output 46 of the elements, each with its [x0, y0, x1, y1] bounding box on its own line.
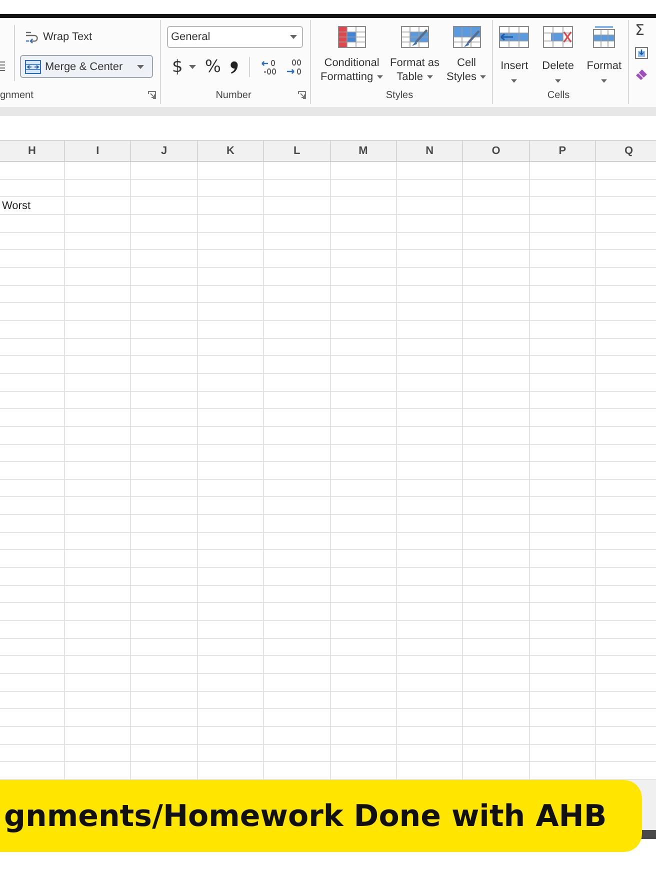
currency-button[interactable]: $ [172, 57, 183, 77]
decrease-decimal-icon[interactable] [286, 59, 302, 75]
fill-icon[interactable] [635, 47, 648, 59]
cell-brush-icon [452, 26, 480, 48]
caption-text: gnments/Homework Done with AHB [4, 798, 607, 834]
table-brush-icon [400, 26, 429, 48]
group-label: Styles [386, 90, 414, 100]
wrap-text-icon [25, 30, 39, 44]
cell-styles-button[interactable]: Cell Styles [446, 24, 488, 86]
number-format-dropdown[interactable]: General [167, 26, 303, 48]
format-as-table-button[interactable]: Format as Table [389, 24, 441, 86]
column-header[interactable]: O [492, 145, 500, 157]
insert-button[interactable]: Insert [498, 24, 530, 85]
column-header[interactable]: H [28, 145, 36, 157]
group-label: Number [216, 90, 252, 100]
insert-cells-icon [499, 26, 530, 48]
column-header[interactable]: J [161, 145, 168, 157]
conditional-formatting-button[interactable]: Conditional Formatting [319, 24, 384, 86]
dialog-launcher-icon[interactable] [298, 91, 306, 99]
delete-cells-icon [543, 26, 574, 48]
column-header[interactable]: M [358, 145, 368, 157]
wrap-text-button[interactable]: Wrap Text [20, 27, 153, 47]
merge-cells-icon [25, 60, 41, 74]
eraser-icon[interactable] [635, 68, 648, 80]
percent-button[interactable]: % [204, 57, 221, 77]
format-button[interactable]: Format [586, 24, 623, 85]
autosum-button[interactable]: Σ [635, 23, 644, 38]
merge-center-button[interactable]: Merge & Center [20, 55, 153, 78]
table-cell-text: Worst [1, 200, 31, 212]
column-header[interactable]: P [558, 145, 566, 157]
group-label: gnment [0, 90, 34, 100]
caret-icon [290, 35, 297, 39]
align-justify-icon[interactable] [0, 61, 5, 71]
group-label: Cells [547, 90, 570, 100]
dialog-launcher-icon[interactable] [148, 91, 156, 99]
column-header[interactable]: L [294, 145, 300, 157]
caret-icon[interactable] [188, 65, 196, 69]
column-header[interactable]: Q [624, 145, 634, 157]
caret-icon [137, 64, 144, 68]
delete-button[interactable]: Delete [541, 24, 575, 85]
conditional-formatting-icon [338, 26, 366, 48]
column-header[interactable]: K [226, 145, 234, 157]
comma-style-icon[interactable] [230, 60, 238, 74]
increase-decimal-icon[interactable] [260, 59, 277, 75]
column-header[interactable]: N [426, 145, 434, 157]
column-header[interactable]: I [96, 145, 100, 157]
